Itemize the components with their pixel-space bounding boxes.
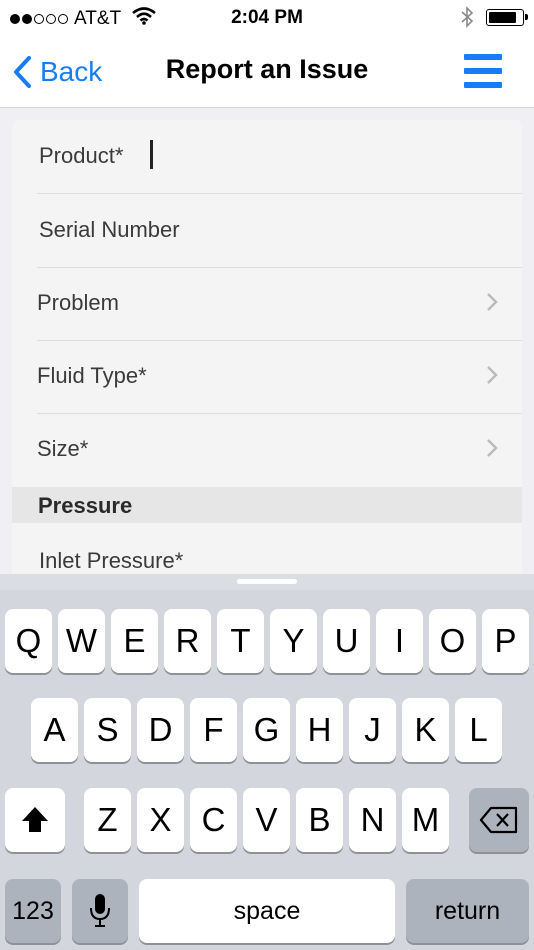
fluid-type-selector[interactable]: Fluid Type* bbox=[37, 340, 522, 414]
key-k[interactable]: K bbox=[402, 698, 449, 762]
serial-number-label: Serial Number bbox=[39, 217, 180, 242]
key-l[interactable]: L bbox=[455, 698, 502, 762]
pressure-section-title: Pressure bbox=[38, 493, 133, 518]
key-i[interactable]: I bbox=[376, 609, 423, 673]
issue-form: Product* Serial Number Problem Fluid Typ… bbox=[12, 120, 522, 574]
back-button[interactable]: Back bbox=[12, 52, 102, 92]
key-p[interactable]: P bbox=[482, 609, 529, 673]
serial-number-field[interactable]: Serial Number bbox=[37, 194, 522, 268]
bluetooth-icon bbox=[460, 5, 474, 34]
battery-icon bbox=[486, 9, 528, 26]
delete-key[interactable] bbox=[469, 788, 529, 852]
fluid-type-label: Fluid Type* bbox=[37, 363, 147, 388]
key-m[interactable]: M bbox=[402, 788, 449, 852]
keyboard-handle[interactable] bbox=[237, 579, 297, 584]
microphone-key[interactable] bbox=[72, 879, 128, 943]
product-field[interactable]: Product* bbox=[37, 120, 522, 194]
key-q[interactable]: Q bbox=[5, 609, 52, 673]
key-r[interactable]: R bbox=[164, 609, 211, 673]
key-t[interactable]: T bbox=[217, 609, 264, 673]
key-y[interactable]: Y bbox=[270, 609, 317, 673]
key-b[interactable]: B bbox=[296, 788, 343, 852]
key-g[interactable]: G bbox=[243, 698, 290, 762]
key-w[interactable]: W bbox=[58, 609, 105, 673]
key-o[interactable]: O bbox=[429, 609, 476, 673]
problem-label: Problem bbox=[37, 290, 119, 315]
key-c[interactable]: C bbox=[190, 788, 237, 852]
keyboard-handle-bar bbox=[0, 574, 534, 590]
product-label: Product* bbox=[39, 143, 124, 168]
key-s[interactable]: S bbox=[84, 698, 131, 762]
key-x[interactable]: X bbox=[137, 788, 184, 852]
chevron-right-icon bbox=[487, 293, 498, 311]
chevron-left-icon bbox=[14, 56, 31, 88]
shift-key[interactable] bbox=[5, 788, 65, 852]
keyboard: Q W E R T Y U I O P A S D F G H J K L Z … bbox=[0, 574, 534, 950]
back-label: Back bbox=[40, 56, 103, 87]
status-time: 2:04 PM bbox=[231, 7, 303, 28]
inlet-pressure-field[interactable]: Inlet Pressure* bbox=[37, 524, 522, 574]
size-label: Size* bbox=[37, 436, 89, 461]
key-e[interactable]: E bbox=[111, 609, 158, 673]
space-key[interactable]: space bbox=[139, 879, 395, 943]
key-d[interactable]: D bbox=[137, 698, 184, 762]
navigation-bar: Back Report an Issue bbox=[0, 36, 534, 108]
key-a[interactable]: A bbox=[31, 698, 78, 762]
inlet-pressure-label: Inlet Pressure* bbox=[39, 548, 184, 573]
microphone-icon bbox=[90, 894, 110, 927]
key-u[interactable]: U bbox=[323, 609, 370, 673]
problem-selector[interactable]: Problem bbox=[37, 267, 522, 341]
chevron-right-icon bbox=[487, 366, 498, 384]
key-v[interactable]: V bbox=[243, 788, 290, 852]
pressure-section-header: Pressure bbox=[12, 487, 522, 523]
key-n[interactable]: N bbox=[349, 788, 396, 852]
backspace-icon bbox=[479, 806, 518, 834]
shift-icon bbox=[22, 807, 48, 832]
hamburger-menu-icon[interactable] bbox=[464, 52, 502, 90]
key-h[interactable]: H bbox=[296, 698, 343, 762]
key-z[interactable]: Z bbox=[84, 788, 131, 852]
size-selector[interactable]: Size* bbox=[37, 413, 522, 486]
status-bar: AT&T 2:04 PM bbox=[0, 0, 534, 36]
return-key[interactable]: return bbox=[406, 879, 529, 943]
numbers-key[interactable]: 123 bbox=[5, 879, 61, 943]
key-f[interactable]: F bbox=[190, 698, 237, 762]
chevron-right-icon bbox=[487, 439, 498, 457]
text-cursor bbox=[150, 140, 153, 169]
key-j[interactable]: J bbox=[349, 698, 396, 762]
